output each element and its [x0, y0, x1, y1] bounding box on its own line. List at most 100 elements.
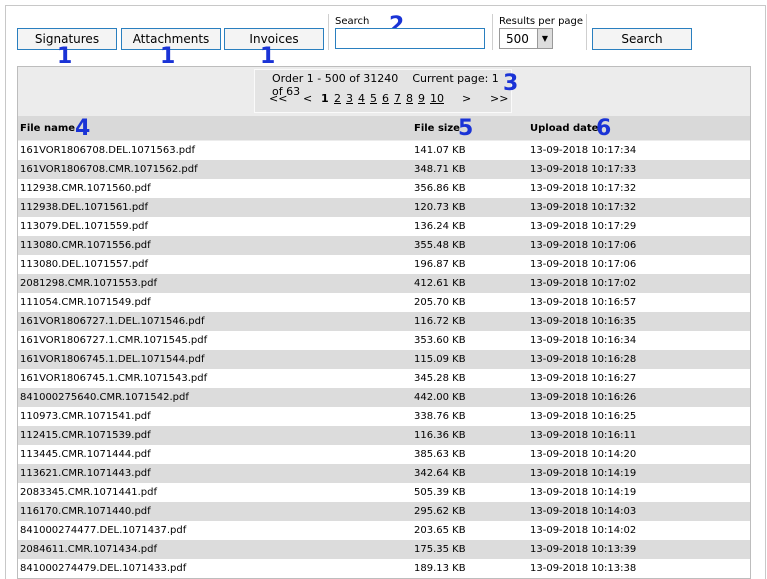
- search-button[interactable]: Search: [592, 28, 692, 50]
- table-row[interactable]: 113445.CMR.1071444.pdf 385.63 KB 13-09-201…: [18, 445, 750, 464]
- prev-page-link[interactable]: <: [303, 92, 312, 105]
- table-row[interactable]: 113079.DEL.1071559.pdf 136.24 KB 13-09-201…: [18, 217, 750, 236]
- table-row[interactable]: 112938.DEL.1071561.pdf 120.73 KB 13-09-201…: [18, 198, 750, 217]
- table-row[interactable]: 841000275640.CMR.1071542.pdf 442.00 KB 13-…: [18, 388, 750, 407]
- upload-date-cell: 13-09-2018 10:14:02: [530, 525, 637, 536]
- search-input[interactable]: [335, 28, 485, 49]
- table-row[interactable]: 841000274477.DEL.1071437.pdf 203.65 KB 13-…: [18, 521, 750, 540]
- file-size-cell: 141.07 KB: [414, 145, 466, 156]
- upload-date-cell: 13-09-2018 10:17:02: [530, 278, 637, 289]
- file-name-cell[interactable]: 2083345.CMR.1071441.pdf: [20, 487, 157, 498]
- table-row[interactable]: 110973.CMR.1071541.pdf 338.76 KB 13-09-201…: [18, 407, 750, 426]
- table-row[interactable]: 113080.CMR.1071556.pdf 355.48 KB 13-09-201…: [18, 236, 750, 255]
- file-size-cell: 385.63 KB: [414, 449, 466, 460]
- file-name-cell[interactable]: 113079.DEL.1071559.pdf: [20, 221, 148, 232]
- table-row[interactable]: 112415.CMR.1071539.pdf 116.36 KB 13-09-201…: [18, 426, 750, 445]
- file-size-cell: 348.71 KB: [414, 164, 466, 175]
- toolbar-divider: [492, 14, 493, 50]
- file-name-cell[interactable]: 841000275640.CMR.1071542.pdf: [20, 392, 189, 403]
- upload-date-cell: 13-09-2018 10:14:19: [530, 487, 637, 498]
- upload-date-cell: 13-09-2018 10:16:27: [530, 373, 637, 384]
- annotation-marker-tab-signatures: 1: [57, 44, 73, 69]
- file-size-cell: 120.73 KB: [414, 202, 466, 213]
- file-name-cell[interactable]: 161VOR1806745.1.CMR.1071543.pdf: [20, 373, 207, 384]
- file-name-cell[interactable]: 112938.DEL.1071561.pdf: [20, 202, 148, 213]
- file-name-cell[interactable]: 161VOR1806727.1.DEL.1071546.pdf: [20, 316, 205, 327]
- file-name-cell[interactable]: 113445.CMR.1071444.pdf: [20, 449, 151, 460]
- page-link-2[interactable]: 2: [334, 92, 341, 105]
- file-name-cell[interactable]: 2081298.CMR.1071553.pdf: [20, 278, 157, 289]
- table-row[interactable]: 111054.CMR.1071549.pdf 205.70 KB 13-09-201…: [18, 293, 750, 312]
- upload-date-cell: 13-09-2018 10:16:57: [530, 297, 637, 308]
- page-link-9[interactable]: 9: [418, 92, 425, 105]
- table-row[interactable]: 161VOR1806708.DEL.1071563.pdf 141.07 KB 13…: [18, 141, 750, 160]
- file-name-cell[interactable]: 841000274477.DEL.1071437.pdf: [20, 525, 186, 536]
- file-name-cell[interactable]: 111054.CMR.1071549.pdf: [20, 297, 151, 308]
- annotation-marker-tab-invoices: 1: [260, 44, 276, 69]
- file-size-cell: 136.24 KB: [414, 221, 466, 232]
- upload-date-cell: 13-09-2018 10:16:25: [530, 411, 637, 422]
- annotation-marker-tab-attachments: 1: [160, 44, 176, 69]
- page-link-6[interactable]: 6: [382, 92, 389, 105]
- table-row[interactable]: 2083345.CMR.1071441.pdf 505.39 KB 13-09-20…: [18, 483, 750, 502]
- upload-date-cell: 13-09-2018 10:14:19: [530, 468, 637, 479]
- page-link-8[interactable]: 8: [406, 92, 413, 105]
- table-row[interactable]: 2081298.CMR.1071553.pdf 412.61 KB 13-09-20…: [18, 274, 750, 293]
- upload-date-cell: 13-09-2018 10:14:03: [530, 506, 637, 517]
- file-name-cell[interactable]: 116170.CMR.1071440.pdf: [20, 506, 151, 517]
- upload-date-cell: 13-09-2018 10:17:34: [530, 145, 637, 156]
- file-name-cell[interactable]: 113621.CMR.1071443.pdf: [20, 468, 151, 479]
- page-link-3[interactable]: 3: [346, 92, 353, 105]
- results-per-page-select[interactable]: 500 ▼: [499, 28, 553, 49]
- file-size-cell: 295.62 KB: [414, 506, 466, 517]
- page-link-5[interactable]: 5: [370, 92, 377, 105]
- order-range-text: Order 1 - 500 of 31240: [272, 72, 399, 85]
- toolbar-divider: [586, 14, 587, 50]
- file-name-cell[interactable]: 161VOR1806727.1.CMR.1071545.pdf: [20, 335, 207, 346]
- results-per-page-value: 500: [506, 32, 529, 46]
- table-row[interactable]: 113080.DEL.1071557.pdf 196.87 KB 13-09-201…: [18, 255, 750, 274]
- table-header: File name File size Upload date: [18, 116, 750, 140]
- upload-date-cell: 13-09-2018 10:16:26: [530, 392, 637, 403]
- table-row[interactable]: 2084611.CMR.1071434.pdf 175.35 KB 13-09-20…: [18, 540, 750, 559]
- annotation-marker-file-size: 5: [458, 116, 474, 141]
- file-name-cell[interactable]: 841000274479.DEL.1071433.pdf: [20, 563, 186, 574]
- file-size-cell: 505.39 KB: [414, 487, 466, 498]
- column-header-file-name[interactable]: File name: [20, 123, 75, 134]
- file-name-cell[interactable]: 112415.CMR.1071539.pdf: [20, 430, 151, 441]
- table-row[interactable]: 116170.CMR.1071440.pdf 295.62 KB 13-09-201…: [18, 502, 750, 521]
- file-size-cell: 116.72 KB: [414, 316, 466, 327]
- table-row[interactable]: 161VOR1806745.1.DEL.1071544.pdf 115.09 KB…: [18, 350, 750, 369]
- file-size-cell: 353.60 KB: [414, 335, 466, 346]
- table-row[interactable]: 161VOR1806708.CMR.1071562.pdf 348.71 KB 13…: [18, 160, 750, 179]
- file-name-cell[interactable]: 161VOR1806708.DEL.1071563.pdf: [20, 145, 195, 156]
- page-link-7[interactable]: 7: [394, 92, 401, 105]
- file-size-cell: 355.48 KB: [414, 240, 466, 251]
- table-row[interactable]: 161VOR1806727.1.CMR.1071545.pdf 353.60 KB…: [18, 331, 750, 350]
- chevron-down-icon[interactable]: ▼: [537, 29, 552, 48]
- table-row[interactable]: 113621.CMR.1071443.pdf 342.64 KB 13-09-201…: [18, 464, 750, 483]
- file-name-cell[interactable]: 2084611.CMR.1071434.pdf: [20, 544, 157, 555]
- file-name-cell[interactable]: 113080.DEL.1071557.pdf: [20, 259, 148, 270]
- next-page-link[interactable]: >: [462, 92, 471, 105]
- page-link-10[interactable]: 10: [430, 92, 444, 105]
- file-name-cell[interactable]: 112938.CMR.1071560.pdf: [20, 183, 151, 194]
- column-header-upload-date[interactable]: Upload date: [530, 123, 598, 134]
- table-row[interactable]: 112938.CMR.1071560.pdf 356.86 KB 13-09-201…: [18, 179, 750, 198]
- upload-date-cell: 13-09-2018 10:17:06: [530, 259, 637, 270]
- file-name-cell[interactable]: 113080.CMR.1071556.pdf: [20, 240, 151, 251]
- page-link-1[interactable]: 1: [321, 92, 329, 105]
- page-link-4[interactable]: 4: [358, 92, 365, 105]
- results-per-page-label: Results per page: [499, 16, 584, 27]
- file-name-cell[interactable]: 161VOR1806745.1.DEL.1071544.pdf: [20, 354, 205, 365]
- table-row[interactable]: 161VOR1806727.1.DEL.1071546.pdf 116.72 KB…: [18, 312, 750, 331]
- file-name-cell[interactable]: 161VOR1806708.CMR.1071562.pdf: [20, 164, 198, 175]
- table-row[interactable]: 841000274479.DEL.1071433.pdf 189.13 KB 13-…: [18, 559, 750, 578]
- file-size-cell: 338.76 KB: [414, 411, 466, 422]
- column-header-file-size[interactable]: File size: [414, 123, 460, 134]
- table-row[interactable]: 161VOR1806745.1.CMR.1071543.pdf 345.28 KB…: [18, 369, 750, 388]
- first-page-link[interactable]: <<: [269, 92, 287, 105]
- toolbar-divider: [328, 14, 329, 50]
- file-name-cell[interactable]: 110973.CMR.1071541.pdf: [20, 411, 151, 422]
- upload-date-cell: 13-09-2018 10:13:39: [530, 544, 637, 555]
